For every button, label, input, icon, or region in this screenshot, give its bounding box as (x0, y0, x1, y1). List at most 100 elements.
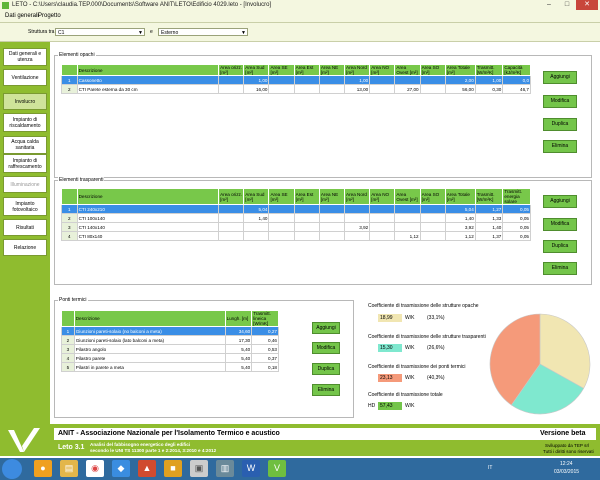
table-row[interactable]: 1 Cassonetto 1,00 1,00 2,00 1,00 0,0 (61, 75, 531, 85)
trasparenti-add-button[interactable]: Aggiungi (543, 195, 577, 208)
pdf-icon[interactable]: ▲ (138, 460, 156, 477)
table-cell[interactable]: CTI 240x210 (76, 204, 220, 214)
table-cell[interactable] (218, 204, 245, 214)
table-cell[interactable] (419, 222, 446, 232)
chrome-icon[interactable]: ◉ (86, 460, 104, 477)
trasparenti-delete-button[interactable]: Elimina (543, 262, 577, 275)
table-cell[interactable] (268, 75, 295, 85)
table-cell[interactable]: 13,00 (344, 84, 371, 94)
table-row[interactable]: 1 CTI 240x210 5,04 5,04 1,27 0,05 (61, 204, 531, 214)
menu-dati-generali[interactable]: Dati generali (5, 13, 39, 19)
table-cell[interactable]: Pilastri in parete a meta (73, 362, 226, 372)
clock-date[interactable]: 03/03/2015 (554, 469, 579, 475)
table-cell[interactable] (218, 75, 245, 85)
sidebar-item-ventilazione[interactable]: Ventilazione (3, 69, 47, 86)
table-cell[interactable]: 1,00 (344, 75, 371, 85)
ponti-duplicate-button[interactable]: Duplica (312, 363, 340, 375)
language-indicator[interactable]: IT (488, 465, 492, 471)
table-cell[interactable] (268, 231, 295, 241)
close-button[interactable]: ✕ (576, 0, 598, 10)
table-row[interactable]: 2 CTI Parete esterna da 30 cm 16,00 13,00 27… (61, 84, 531, 94)
trasparenti-edit-button[interactable]: Modifica (543, 218, 577, 231)
table-cell[interactable] (318, 84, 346, 94)
table-cell[interactable]: 0,0 (502, 75, 531, 85)
table-cell[interactable]: 1,40 (474, 222, 504, 232)
table-cell[interactable] (268, 222, 295, 232)
maximize-button[interactable]: □ (558, 0, 576, 10)
table-cell[interactable] (369, 204, 396, 214)
table-row[interactable]: 1 Giunzioni pareti-solaio (no balconi a m… (61, 326, 279, 336)
table-cell[interactable] (419, 213, 446, 223)
trasparenti-duplicate-button[interactable]: Duplica (543, 240, 577, 253)
opachi-delete-button[interactable]: Elimina (543, 140, 577, 153)
sidebar-item-acqua-calda[interactable]: Acqua calda sanitaria (3, 136, 47, 154)
table-cell[interactable]: CTI 100x140 (76, 213, 220, 223)
table-cell[interactable]: 5,40 (224, 353, 253, 363)
table-cell[interactable] (318, 213, 346, 223)
table-cell[interactable] (268, 84, 295, 94)
table-row[interactable]: 4 Pilastro parete 5,40 0,37 (61, 353, 279, 363)
sidebar-item-fotovoltaico[interactable]: Impianto fotovoltaico (3, 197, 47, 216)
table-cell[interactable]: 17,30 (224, 335, 253, 345)
table-cell[interactable] (268, 213, 295, 223)
table-cell[interactable]: Giunzioni pareti-solaio (no balconi a me… (73, 326, 226, 336)
app-icon[interactable]: ◆ (112, 460, 130, 477)
table-cell[interactable]: 1,12 (444, 231, 476, 241)
menu-progetto[interactable]: Progetto (38, 13, 61, 19)
table-cell[interactable] (419, 231, 446, 241)
table-cell[interactable]: 1,00 (474, 75, 504, 85)
table-cell[interactable] (293, 84, 320, 94)
table-cell[interactable] (218, 84, 245, 94)
table-cell[interactable]: 1,27 (474, 204, 504, 214)
table-cell[interactable] (419, 84, 446, 94)
table-cell[interactable]: 0,05 (502, 222, 531, 232)
sidebar-item-raffrescamento[interactable]: Impianto di raffrescamento (3, 154, 47, 173)
opachi-edit-button[interactable]: Modifica (543, 95, 577, 108)
table-cell[interactable]: CTI 140x140 (76, 222, 220, 232)
table-cell[interactable]: Pilastro parete (73, 353, 226, 363)
table-cell[interactable] (293, 213, 320, 223)
table-cell[interactable]: 0,27 (251, 326, 279, 336)
table-cell[interactable]: 0,37 (251, 353, 279, 363)
table-cell[interactable]: 1,40 (444, 213, 476, 223)
table-cell[interactable]: 0,30 (474, 84, 504, 94)
table-cell[interactable]: Cassonetto (76, 75, 220, 85)
table-cell[interactable]: 1,12 (394, 231, 421, 241)
table-cell[interactable] (243, 222, 270, 232)
table-row[interactable]: 5 Pilastri in parete a meta 5,40 0,18 (61, 362, 279, 372)
sidebar-item-dati-generali[interactable]: Dati generali e utenza (3, 48, 47, 66)
table-row[interactable]: 3 Pilastro angolo 5,40 0,53 (61, 344, 279, 354)
sidebar-item-riscaldamento[interactable]: Impianto di riscaldamento (3, 113, 47, 132)
table-cell[interactable] (369, 222, 396, 232)
clock-time[interactable]: 12:24 (560, 461, 573, 467)
table-cell[interactable] (318, 222, 346, 232)
table-cell[interactable]: 1,40 (243, 213, 270, 223)
table-cell[interactable]: 0,05 (502, 204, 531, 214)
ponti-add-button[interactable]: Aggiungi (312, 322, 340, 334)
table-cell[interactable] (394, 204, 421, 214)
table-cell[interactable]: 27,00 (394, 84, 421, 94)
table-cell[interactable] (218, 213, 245, 223)
table-cell[interactable] (243, 231, 270, 241)
table-cell[interactable]: 1,33 (474, 213, 504, 223)
struttura-select[interactable]: C1 ▼ (55, 28, 145, 36)
table-cell[interactable]: 56,00 (444, 84, 476, 94)
archive-icon[interactable]: ■ (164, 460, 182, 477)
table-cell[interactable]: 46,7 (502, 84, 531, 94)
table-row[interactable]: 2 Giunzioni pareti-solaio (lato balconi a… (61, 335, 279, 345)
ponti-table[interactable]: Descrizione Lungh. [m] Trasmitt. lineica [… (61, 310, 279, 372)
sidebar-item-risultati[interactable]: Risultati (3, 219, 47, 236)
tool-icon[interactable]: ▣ (190, 460, 208, 477)
table-cell[interactable] (394, 75, 421, 85)
sidebar-item-involucro[interactable]: Involucro (3, 93, 47, 110)
table-cell[interactable]: 2,00 (444, 75, 476, 85)
word-icon[interactable]: W (242, 460, 260, 477)
table-cell[interactable] (419, 75, 446, 85)
leto-icon[interactable]: V (268, 460, 286, 477)
table-cell[interactable]: Giunzioni pareti-solaio (lato balconi a … (73, 335, 226, 345)
sidebar-item-illuminazione[interactable]: Illuminazione (3, 176, 47, 193)
table-cell[interactable] (394, 222, 421, 232)
table-cell[interactable] (293, 204, 320, 214)
table-cell[interactable] (344, 204, 371, 214)
table-cell[interactable]: 3,92 (444, 222, 476, 232)
